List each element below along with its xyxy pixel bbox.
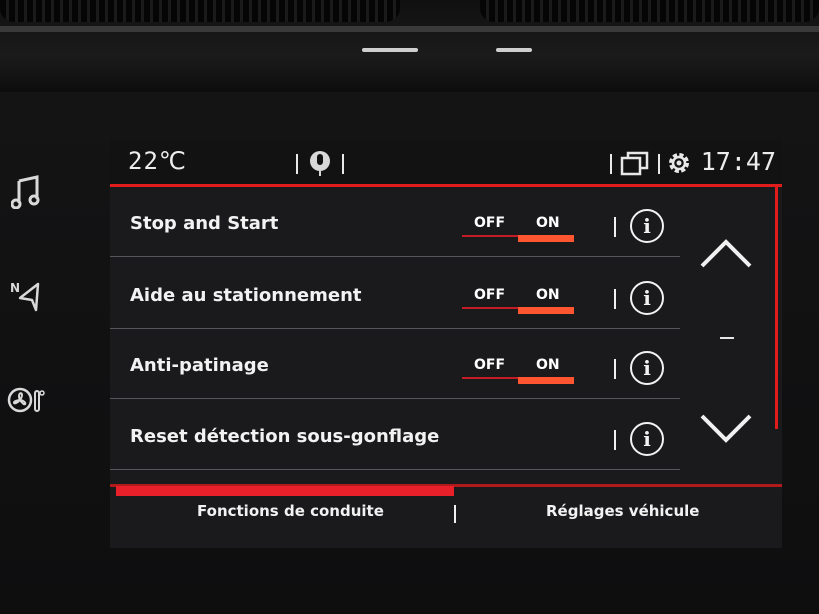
stop-start-toggle[interactable]: OFF ON (462, 215, 574, 245)
info-icon[interactable]: i (630, 209, 664, 243)
status-bar: 22℃ 17:47 (110, 140, 782, 184)
climate-fan-icon (7, 387, 45, 413)
toggle-off-label: OFF (474, 215, 506, 231)
climate-button[interactable] (6, 380, 46, 420)
scroll-down-chevron-icon[interactable] (696, 408, 756, 448)
setting-label: Reset détection sous-gonflage (130, 426, 440, 447)
parking-aid-toggle[interactable]: OFF ON (462, 287, 574, 317)
toggle-on-indicator (518, 235, 574, 242)
clock: 17:47 (700, 147, 776, 176)
microphone-icon[interactable] (308, 149, 332, 177)
tab-driving-functions[interactable]: Fonctions de conduite (197, 502, 384, 520)
music-note-icon (11, 175, 40, 209)
infotainment-screen: 22℃ 17:47 Stop and Start OFF ON i Aide a… (110, 140, 782, 548)
toggle-on-label: ON (536, 287, 560, 303)
setting-label: Stop and Start (130, 213, 279, 234)
scroll-position-indicator (720, 337, 734, 339)
navigation-button[interactable]: N (6, 276, 46, 316)
toggle-on-label: ON (536, 215, 560, 231)
toggle-on-indicator (518, 377, 574, 384)
windows-icon[interactable] (620, 150, 650, 176)
setting-row-stop-start: Stop and Start OFF ON i (110, 187, 680, 257)
music-button[interactable] (6, 172, 46, 212)
setting-row-anti-skid: Anti-patinage OFF ON i (110, 329, 680, 399)
navigation-icon: N (10, 281, 40, 312)
info-icon[interactable]: i (630, 281, 664, 315)
scroll-up-chevron-icon[interactable] (696, 232, 756, 272)
setting-label: Aide au stationnement (130, 285, 362, 306)
air-vent (0, 0, 819, 92)
active-tab-indicator (116, 486, 454, 496)
setting-row-tyre-reset[interactable]: Reset détection sous-gonflage i (110, 400, 680, 470)
toggle-on-label: ON (536, 357, 560, 373)
toggle-on-indicator (518, 307, 574, 314)
info-icon[interactable]: i (630, 422, 664, 456)
gear-icon[interactable] (666, 150, 692, 176)
temperature-display: 22℃ (128, 147, 187, 175)
toggle-off-label: OFF (474, 287, 506, 303)
info-icon[interactable]: i (630, 351, 664, 385)
svg-text:N: N (10, 281, 20, 295)
anti-skid-toggle[interactable]: OFF ON (462, 357, 574, 387)
setting-label: Anti-patinage (130, 355, 269, 376)
toggle-off-label: OFF (474, 357, 506, 373)
tab-vehicle-settings[interactable]: Réglages véhicule (546, 502, 699, 520)
setting-row-parking-aid: Aide au stationnement OFF ON i (110, 259, 680, 329)
scroll-track (775, 187, 778, 429)
